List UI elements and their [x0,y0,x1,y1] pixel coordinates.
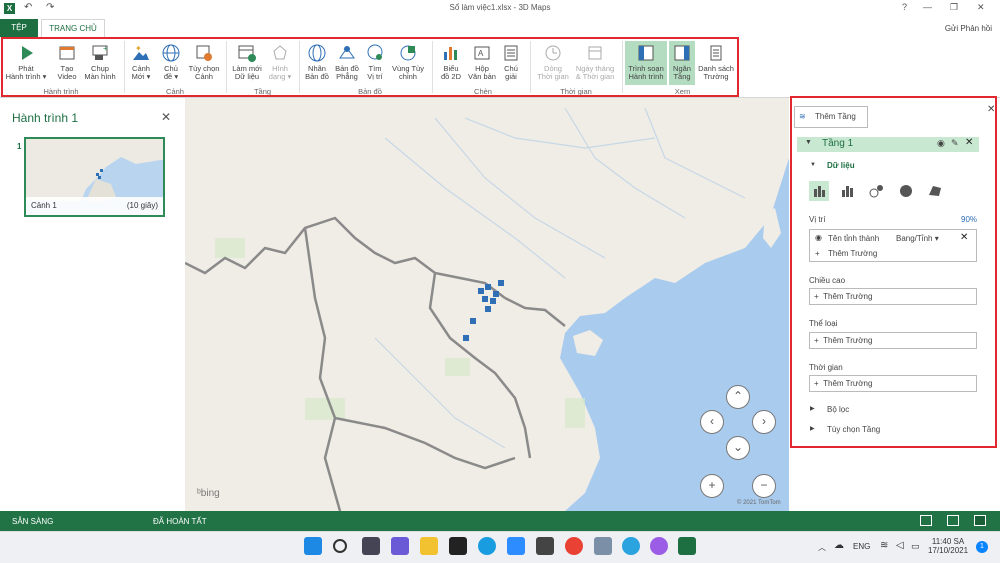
status-ready: SẴN SÀNG [12,517,54,526]
restore-button[interactable]: ❐ [950,2,958,13]
scene-thumbnail[interactable]: Cảnh 1 (10 giây) [24,137,165,217]
zoom-icon[interactable] [507,537,525,555]
teams-chat-icon[interactable] [391,537,409,555]
status-done: ĐÃ HOÀN TẤT [153,517,207,526]
pan-right-button[interactable]: › [752,410,776,434]
snipping-tool-icon[interactable] [536,537,554,555]
tour-pane-close-button[interactable]: ✕ [161,110,171,124]
notification-badge[interactable]: 1 [976,541,988,553]
windows-start-icon[interactable] [304,537,322,555]
minimize-button[interactable]: — [923,2,932,12]
wifi-icon[interactable]: ≋ [880,540,888,551]
pan-left-button[interactable]: ‹ [700,410,724,434]
clock-time: 11:40 SA [931,537,965,546]
title-bar: X ↶ ↷ Sổ làm việc1.xlsx - 3D Maps ? — ❐ … [0,0,1000,19]
window-title: Sổ làm việc1.xlsx - 3D Maps [449,3,551,12]
map-graphic [185,98,789,511]
data-point[interactable] [463,335,469,341]
pan-down-button[interactable]: ⌄ [726,436,750,460]
chrome-icon[interactable] [565,537,583,555]
clock-date: 17/10/2021 [928,546,969,555]
excel-taskbar-icon[interactable] [678,537,696,555]
tray-chevron-icon[interactable]: ︿ [818,542,826,553]
scene-duration: (10 giây) [126,201,158,210]
feedback-link[interactable]: Gửi Phản hồi [945,24,992,33]
zoom-out-button[interactable]: − [752,474,776,498]
windows-taskbar [0,531,1000,563]
view-page-icon[interactable] [947,515,959,526]
data-point[interactable] [482,296,488,302]
file-explorer-icon[interactable] [420,537,438,555]
map-copyright: © 2021 TomTom [737,500,781,506]
bing-logo: ᵇbing [197,488,220,499]
data-point[interactable] [478,288,484,294]
telegram-icon[interactable] [622,537,640,555]
status-bar: SẴN SÀNG ĐÃ HOÀN TẤT [0,511,1000,531]
clock[interactable]: 11:40 SA 17/10/2021 [928,537,968,555]
ribbon-highlight-box [1,37,739,97]
scene-name: Cảnh 1 [31,201,57,210]
tor-icon[interactable] [650,537,668,555]
data-point[interactable] [493,291,499,297]
help-button[interactable]: ? [902,2,907,12]
zoom-in-button[interactable]: + [700,474,724,498]
tab-home[interactable]: TRANG CHỦ [41,19,105,37]
search-icon[interactable] [333,539,347,553]
tab-file[interactable]: TỆP [0,19,38,37]
task-view-icon[interactable] [362,537,380,555]
volume-icon[interactable]: ◁ [896,540,904,551]
close-button[interactable]: ✕ [977,2,985,13]
notion-icon[interactable] [449,537,467,555]
data-point[interactable] [485,306,491,312]
view-normal-icon[interactable] [920,515,932,526]
scene-thumbnail-map [26,139,163,201]
app-icon[interactable] [594,537,612,555]
pan-up-button[interactable]: ⌃ [726,385,750,409]
battery-icon[interactable]: ▭ [911,541,920,552]
scene-number: 1 [17,142,22,151]
scene-caption: Cảnh 1 (10 giây) [26,197,163,215]
data-point[interactable] [490,298,496,304]
data-point[interactable] [470,318,476,324]
layer-pane-highlight-box [790,96,997,448]
data-point[interactable] [485,284,491,290]
map-canvas[interactable]: ᵇbing © 2021 TomTom ⌃ ‹ › ⌄ + − [185,98,789,511]
tour-title: Hành trình 1 [12,111,79,125]
edge-icon[interactable] [478,537,496,555]
view-fullscreen-icon[interactable] [974,515,986,526]
cloud-icon[interactable]: ☁ [834,540,844,551]
data-point[interactable] [498,280,504,286]
language-indicator[interactable]: ENG [853,542,870,551]
